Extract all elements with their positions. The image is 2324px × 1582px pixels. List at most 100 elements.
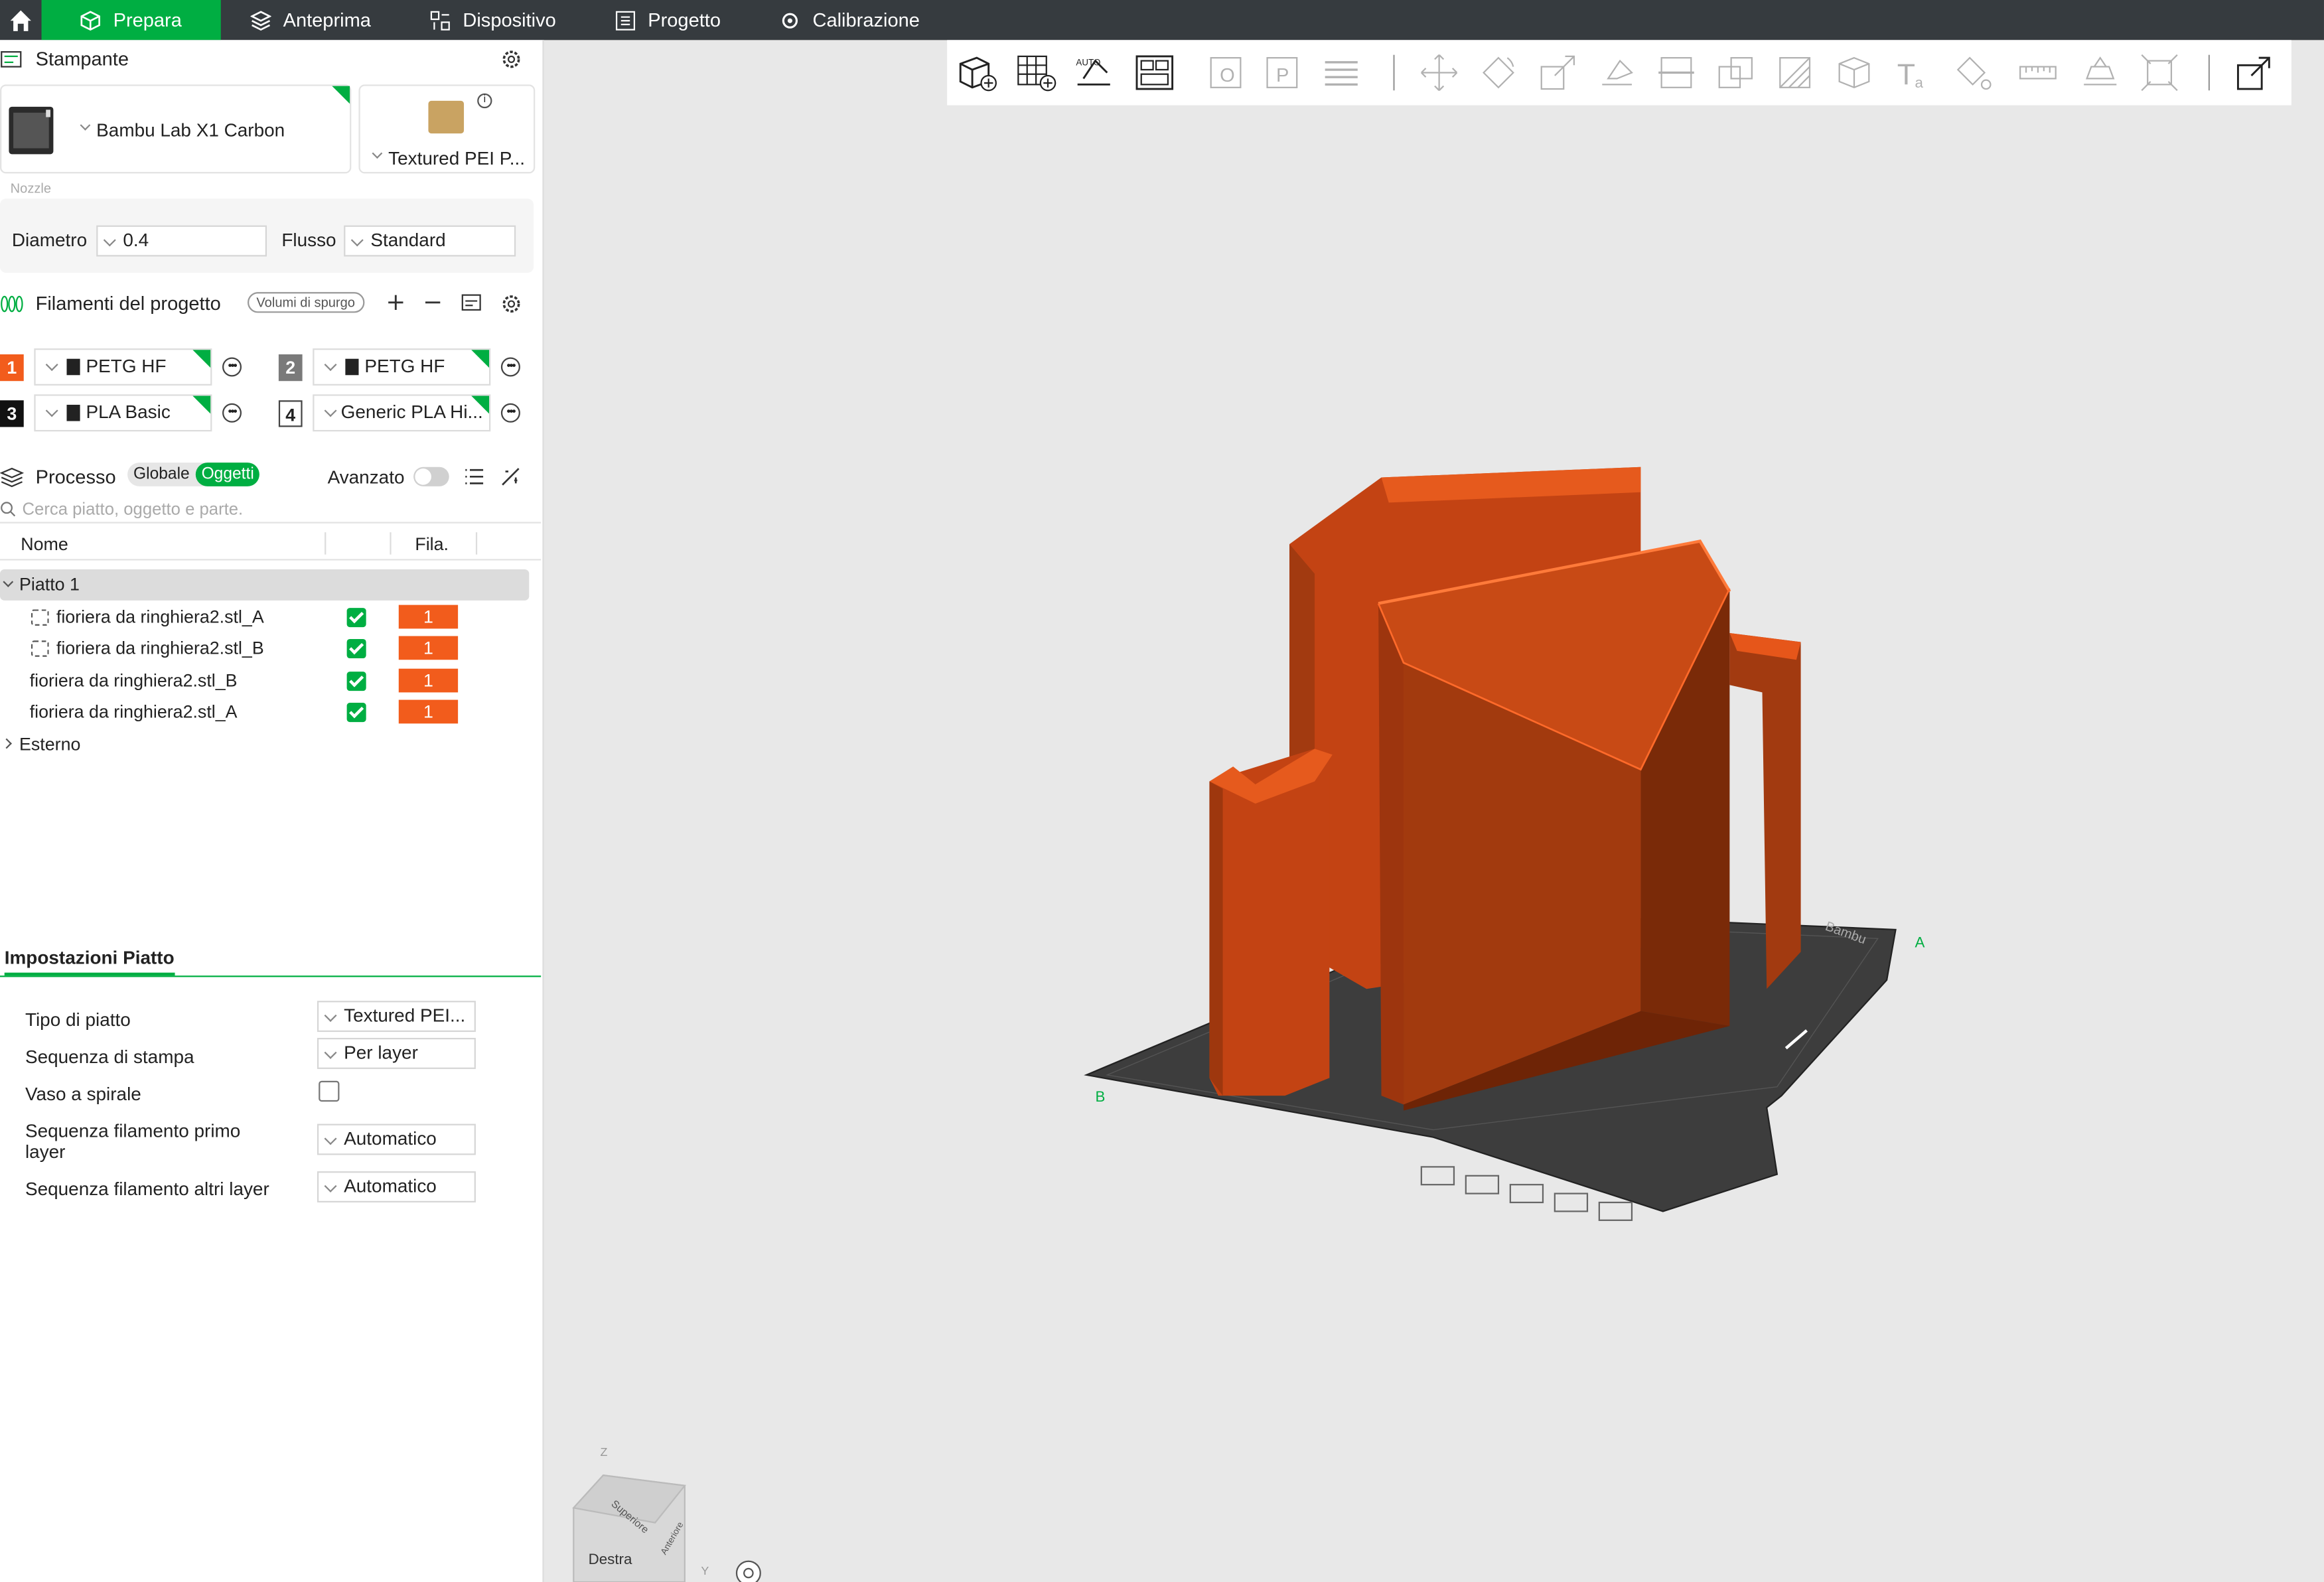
visible-checkbox[interactable] — [346, 608, 366, 628]
add-object-icon[interactable] — [956, 52, 998, 94]
more-options-icon[interactable]: ••• — [222, 357, 242, 377]
advanced-toggle[interactable] — [413, 467, 449, 486]
split-objects-icon[interactable]: O — [1205, 52, 1247, 94]
info-icon[interactable]: i — [477, 93, 492, 109]
axis-y-label: Y — [701, 1564, 709, 1577]
table-row[interactable]: fioriera da ringhiera2.stl_B 1 — [0, 633, 541, 664]
objects-table-header: Nome Fila. — [0, 528, 542, 561]
filament-3-select[interactable]: PLA Basic — [34, 394, 212, 432]
plate-type-select[interactable]: Textured PEI... — [317, 1001, 476, 1033]
lay-on-face-icon[interactable] — [1596, 52, 1638, 94]
visible-checkbox[interactable] — [346, 703, 366, 723]
filament-badge[interactable]: 1 — [398, 636, 459, 660]
split-parts-icon[interactable]: P — [1262, 52, 1303, 94]
cut-icon[interactable] — [1656, 52, 1698, 94]
global-option[interactable]: Globale — [127, 463, 196, 486]
scale-icon[interactable] — [1537, 52, 1579, 94]
filament-badge[interactable]: 1 — [398, 605, 459, 629]
printer-section-title: Stampante — [35, 47, 129, 70]
svg-text:AUTO: AUTO — [1076, 57, 1100, 67]
flow-select[interactable]: Standard — [344, 225, 516, 257]
layers-icon — [250, 10, 271, 31]
tab-calibrazione[interactable]: Calibrazione — [751, 0, 950, 40]
visible-checkbox[interactable] — [346, 638, 366, 659]
spiral-vase-checkbox[interactable] — [319, 1080, 340, 1102]
scene-canvas[interactable]: Bambu A B Destra Superiore Anteriore Z Y — [544, 40, 2324, 1582]
more-options-icon[interactable]: ••• — [500, 403, 520, 423]
seam-paint-icon[interactable] — [1834, 52, 1875, 94]
support-paint-icon[interactable] — [1774, 52, 1816, 94]
printer-thumbnail — [9, 106, 54, 155]
assembly-view-icon[interactable] — [2234, 52, 2276, 94]
filament-4-select[interactable]: Generic PLA Hi... — [313, 394, 491, 432]
list-icon[interactable] — [464, 467, 484, 486]
wand-icon[interactable] — [501, 467, 522, 486]
diameter-select[interactable]: 0.4 — [96, 225, 267, 257]
color-paint-icon[interactable] — [1952, 52, 1994, 94]
search-input[interactable]: Cerca piatto, oggetto e parte. — [0, 496, 542, 524]
process-scope-switch[interactable]: Globale Oggetti — [127, 463, 260, 486]
printer-icon — [1, 50, 22, 67]
gear-icon[interactable] — [501, 49, 522, 70]
col-divider — [475, 532, 478, 555]
tab-label: Dispositivo — [463, 9, 556, 31]
col-divider — [390, 532, 392, 555]
filament-2-select[interactable]: PETG HF — [313, 348, 491, 386]
other-layers-sequence-select[interactable]: Automatico — [317, 1171, 476, 1203]
external-label: Esterno — [19, 733, 81, 755]
filament-1-select[interactable]: PETG HF — [34, 348, 212, 386]
measure-icon[interactable] — [2017, 52, 2059, 94]
3d-viewport[interactable]: Bambu A B Destra Superiore Anteriore Z Y — [544, 40, 2324, 1582]
tab-progetto[interactable]: Progetto — [585, 0, 750, 40]
more-options-icon[interactable]: ••• — [222, 403, 242, 423]
top-bar: Prepara Anteprima Dispositivo Progetto C… — [0, 0, 2324, 40]
view-cube[interactable]: Destra Superiore Anteriore Z Y — [572, 1445, 709, 1582]
remove-icon[interactable] — [424, 293, 442, 311]
plate-selector[interactable]: i Textured PEI P... — [358, 84, 536, 174]
model-planter[interactable] — [1209, 467, 1801, 1111]
plate-settings-tab[interactable]: Impostazioni Piatto — [4, 948, 175, 976]
table-row[interactable]: fioriera da ringhiera2.stl_A 1 — [0, 697, 541, 728]
text-tool-icon[interactable]: Ta — [1893, 52, 1934, 94]
filaments-section-title: Filamenti del progetto — [35, 292, 221, 315]
first-layer-sequence-select[interactable]: Automatico — [317, 1123, 476, 1155]
add-icon[interactable] — [387, 293, 405, 311]
filament-badge[interactable]: 1 — [398, 668, 459, 693]
objects-option[interactable]: Oggetti — [195, 463, 260, 486]
move-icon[interactable] — [1418, 52, 1460, 94]
tab-dispositivo[interactable]: Dispositivo — [401, 0, 586, 40]
assembly-icon[interactable] — [2079, 52, 2121, 94]
left-panel: Stampante Bambu Lab X1 Carbon i Textured… — [0, 40, 544, 1582]
filaments-section-header: Filamenti del progetto — [0, 292, 221, 315]
home-button[interactable] — [0, 0, 42, 40]
table-row[interactable]: fioriera da ringhiera2.stl_A 1 — [0, 602, 541, 633]
filament-spool-icon — [66, 358, 80, 376]
camera-reset-icon[interactable] — [735, 1560, 761, 1582]
chevron-right-icon[interactable] — [1, 738, 12, 749]
tab-prepara[interactable]: Prepara — [41, 0, 221, 40]
purge-volumes-button[interactable]: Volumi di spurgo — [247, 292, 364, 313]
tab-label: Prepara — [113, 9, 182, 31]
add-plate-icon[interactable] — [1015, 52, 1057, 94]
external-row[interactable]: Esterno — [0, 729, 541, 760]
filament-2-number: 2 — [278, 354, 303, 382]
layers-edit-icon[interactable] — [1321, 52, 1362, 94]
plate-row[interactable]: Piatto 1 — [0, 569, 530, 601]
sync-filament-icon[interactable] — [461, 292, 482, 313]
boolean-icon[interactable] — [1715, 52, 1757, 94]
printer-selector[interactable]: Bambu Lab X1 Carbon — [0, 84, 352, 174]
print-sequence-select[interactable]: Per layer — [317, 1038, 476, 1069]
table-row[interactable]: fioriera da ringhiera2.stl_B 1 — [0, 666, 541, 697]
tab-anteprima[interactable]: Anteprima — [221, 0, 401, 40]
chevron-down-icon — [372, 148, 383, 159]
filament-badge[interactable]: 1 — [398, 699, 459, 724]
rotate-icon[interactable] — [1478, 52, 1520, 94]
auto-orient-icon[interactable]: AUTO — [1074, 52, 1116, 94]
gear-icon[interactable] — [501, 293, 522, 314]
more-options-icon[interactable]: ••• — [500, 357, 520, 377]
object-name: fioriera da ringhiera2.stl_A — [29, 701, 238, 723]
fit-view-icon[interactable] — [2139, 52, 2181, 94]
arrange-icon[interactable] — [1134, 52, 1176, 94]
visible-checkbox[interactable] — [346, 672, 366, 691]
chevron-down-icon[interactable] — [3, 577, 14, 587]
